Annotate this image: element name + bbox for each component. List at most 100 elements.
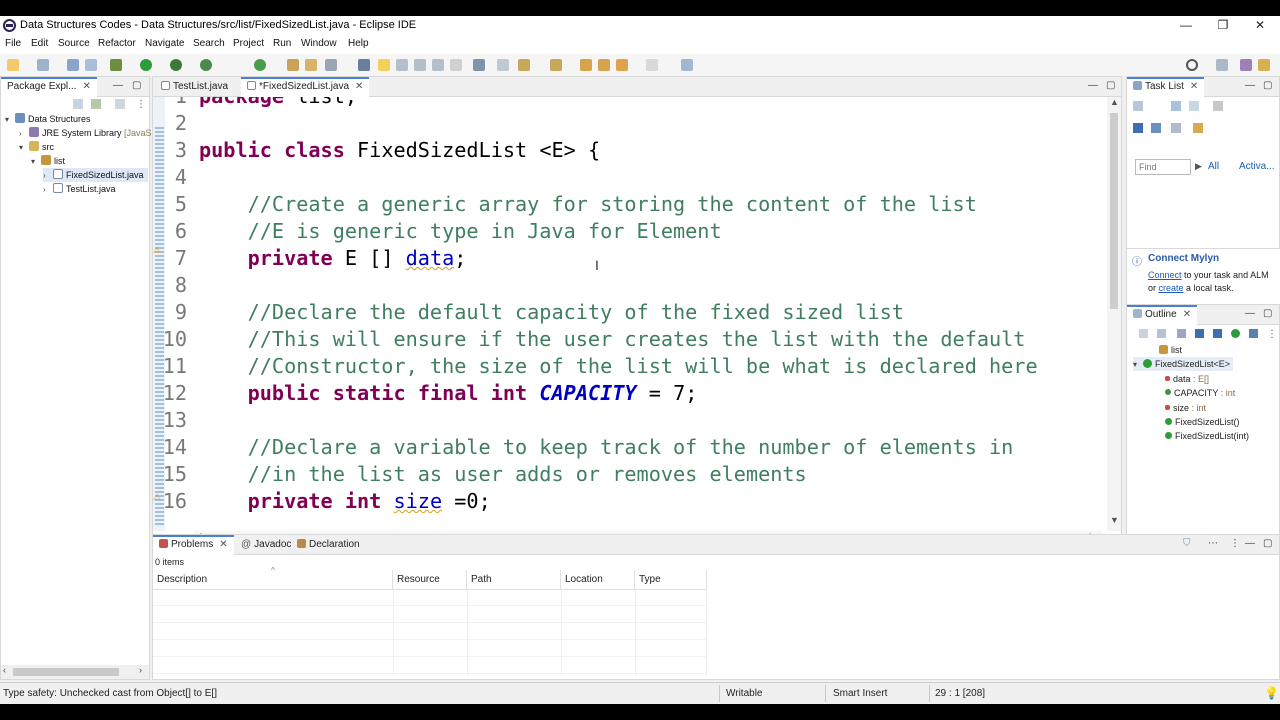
- code-line[interactable]: public class FixedSizedList <E> {: [199, 137, 600, 164]
- view-menu-icon[interactable]: ⋮: [136, 99, 146, 110]
- close-icon[interactable]: ✕: [1190, 81, 1198, 92]
- search-icon[interactable]: [1186, 59, 1198, 71]
- chevron-down-icon[interactable]: ▾: [1133, 358, 1141, 372]
- code-line[interactable]: //Constructor, the size of the list will…: [199, 353, 1038, 380]
- java-ee-perspective-icon[interactable]: [1240, 59, 1252, 71]
- tree-item-package[interactable]: ▾ list: [31, 154, 65, 168]
- show-whitespace-icon[interactable]: [432, 59, 444, 71]
- menu-file[interactable]: File: [5, 38, 21, 49]
- back-icon[interactable]: [616, 59, 628, 71]
- lightbulb-icon[interactable]: 💡: [1264, 686, 1279, 700]
- activate-link[interactable]: Activa...: [1239, 161, 1275, 172]
- close-icon[interactable]: ✕: [1183, 309, 1191, 320]
- tree-item-fixedsizedlist[interactable]: › FixedSizedList.java: [43, 168, 148, 182]
- word-wrap-icon[interactable]: [414, 59, 426, 71]
- tab-outline[interactable]: Outline ✕: [1127, 305, 1198, 325]
- collapse-all-icon[interactable]: [73, 99, 83, 109]
- tab-javadoc[interactable]: @ Javadoc: [235, 535, 297, 555]
- code-line[interactable]: //Declare a variable to keep track of th…: [199, 434, 1014, 461]
- code-line[interactable]: public static final int CAPACITY = 7;: [199, 380, 698, 407]
- minimize-view-icon[interactable]: —: [1088, 80, 1098, 91]
- hide-nonpublic-icon[interactable]: [1213, 329, 1222, 338]
- tree-item-src[interactable]: ▾ src: [19, 140, 54, 154]
- coverage-icon[interactable]: [170, 59, 182, 71]
- column-location[interactable]: Location: [561, 570, 635, 590]
- column-type[interactable]: Type: [635, 570, 707, 590]
- skip-breakpoints-icon[interactable]: [497, 59, 509, 71]
- open-icon[interactable]: [37, 59, 49, 71]
- annotation-icon[interactable]: [358, 59, 370, 71]
- code-line[interactable]: //in the list as user adds or removes el…: [199, 461, 807, 488]
- chevron-down-icon[interactable]: ▾: [19, 141, 27, 155]
- code-line[interactable]: //Declare the default capacity of the fi…: [199, 299, 904, 326]
- menu-run[interactable]: Run: [273, 38, 291, 49]
- scheduled-icon[interactable]: [1189, 101, 1199, 111]
- run-icon[interactable]: [140, 59, 152, 71]
- maximize-view-icon[interactable]: ▢: [1263, 308, 1272, 319]
- maximize-view-icon[interactable]: ▢: [1106, 80, 1115, 91]
- minimize-button[interactable]: —: [1168, 16, 1204, 36]
- menu-project[interactable]: Project: [233, 38, 264, 49]
- chevron-down-icon[interactable]: ▾: [31, 155, 39, 169]
- last-edit-icon[interactable]: [580, 59, 592, 71]
- tree-item-project[interactable]: ▾ Data Structures: [5, 112, 91, 126]
- all-filter-link[interactable]: All: [1208, 161, 1219, 172]
- scroll-left-icon[interactable]: ‹: [3, 665, 6, 675]
- chevron-right-icon[interactable]: ▶: [1195, 161, 1202, 172]
- collapse-tasks-icon[interactable]: [1151, 123, 1161, 133]
- tree-item-testlist[interactable]: › TestList.java: [43, 182, 116, 196]
- hide-static-icon[interactable]: [1195, 329, 1204, 338]
- outline-item-class[interactable]: ▾ FixedSizedList<E>: [1133, 357, 1234, 372]
- forward-icon[interactable]: [646, 59, 658, 71]
- menu-help[interactable]: Help: [348, 38, 369, 49]
- outline-item-constructor[interactable]: FixedSizedList(): [1165, 415, 1240, 429]
- save-icon[interactable]: [67, 59, 79, 71]
- minimize-view-icon[interactable]: —: [1245, 308, 1255, 319]
- tab-problems[interactable]: Problems ✕: [153, 535, 234, 555]
- focus-icon[interactable]: [115, 99, 125, 109]
- task-find-input[interactable]: [1135, 159, 1191, 175]
- code-line[interactable]: //E is generic type in Java for Element: [199, 218, 722, 245]
- outline-item-size[interactable]: size : int: [1165, 401, 1206, 415]
- scroll-down-icon[interactable]: ▼: [1110, 515, 1119, 525]
- hide-local-types-icon[interactable]: [1231, 329, 1240, 338]
- filter-icon[interactable]: ⛉: [1183, 538, 1191, 549]
- code-line[interactable]: private E [] data;: [199, 245, 467, 272]
- next-annotation-icon[interactable]: [518, 59, 530, 71]
- code-line[interactable]: //This will ensure if the user creates t…: [199, 326, 1026, 353]
- open-task-icon[interactable]: [305, 59, 317, 71]
- minimize-view-icon[interactable]: —: [113, 80, 123, 91]
- pilcrow-icon[interactable]: [450, 59, 462, 71]
- menu-refactor[interactable]: Refactor: [98, 38, 136, 49]
- maximize-view-icon[interactable]: ▢: [1263, 538, 1272, 549]
- scroll-right-icon[interactable]: ›: [139, 665, 142, 675]
- column-path[interactable]: Path: [467, 570, 561, 590]
- focus-tasks-icon[interactable]: [1193, 123, 1203, 133]
- chevron-right-icon[interactable]: ›: [19, 127, 27, 141]
- maximize-view-icon[interactable]: ▢: [132, 80, 141, 91]
- connect-link[interactable]: Connect: [1148, 270, 1182, 280]
- close-icon[interactable]: ✕: [355, 81, 363, 92]
- code-viewport[interactable]: ⚠ ⚠ 1package list;23public class FixedSi…: [153, 97, 1107, 531]
- menu-search[interactable]: Search: [193, 38, 225, 49]
- close-icon[interactable]: ✕: [82, 81, 90, 92]
- minimize-view-icon[interactable]: —: [1245, 538, 1255, 549]
- close-button[interactable]: ✕: [1242, 16, 1278, 36]
- block-selection-icon[interactable]: [396, 59, 408, 71]
- hide-fields-icon[interactable]: [1177, 329, 1186, 338]
- java-perspective-icon[interactable]: [1258, 59, 1270, 71]
- save-all-icon[interactable]: [85, 59, 97, 71]
- categorized-icon[interactable]: [1171, 101, 1181, 111]
- scroll-up-icon[interactable]: ▲: [1110, 97, 1119, 107]
- view-menu-icon[interactable]: ⋮: [1230, 538, 1240, 549]
- new-task-icon[interactable]: [1133, 101, 1143, 111]
- code-line[interactable]: private int size =0;: [199, 488, 491, 515]
- sync-icon[interactable]: [1213, 101, 1223, 111]
- close-icon[interactable]: ✕: [219, 539, 227, 550]
- chevron-right-icon[interactable]: ›: [43, 183, 51, 197]
- external-tools-icon[interactable]: [200, 59, 212, 71]
- column-resource[interactable]: Resource: [393, 570, 467, 590]
- forward-history-icon[interactable]: [598, 59, 610, 71]
- outline-item-capacity[interactable]: CAPACITY : int: [1165, 386, 1235, 400]
- chevron-right-icon[interactable]: ›: [43, 169, 51, 183]
